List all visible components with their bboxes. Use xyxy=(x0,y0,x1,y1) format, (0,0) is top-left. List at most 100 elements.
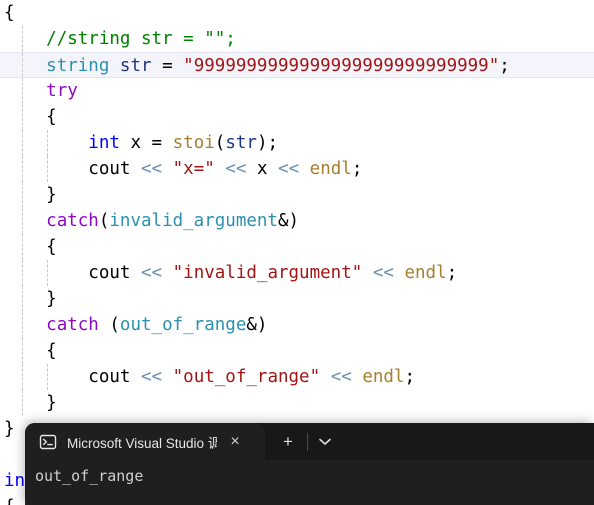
code-line[interactable]: } xyxy=(0,286,594,312)
indent-guide xyxy=(22,130,23,156)
terminal-output[interactable]: out_of_range xyxy=(25,460,594,505)
console-icon xyxy=(39,433,57,451)
code-token-plain: ; xyxy=(404,367,416,387)
code-line[interactable]: int x = stoi(str); xyxy=(0,130,594,156)
code-token-ctrlkw: try xyxy=(46,81,78,101)
code-token-string: "9999999999999999999999999999" xyxy=(183,56,500,76)
code-line[interactable]: //string str = ""; xyxy=(0,26,594,52)
code-line[interactable]: { xyxy=(0,234,594,260)
code-line[interactable]: catch (out_of_range&) xyxy=(0,312,594,338)
indent-guide xyxy=(47,156,48,182)
code-line[interactable]: cout << "out_of_range" << endl; xyxy=(0,364,594,390)
code-token-brace: { xyxy=(46,237,57,257)
indent-guide xyxy=(22,364,23,390)
indent-guide xyxy=(22,156,23,182)
indent-guide xyxy=(22,53,23,77)
code-token-brace: } xyxy=(46,393,57,413)
code-token-brace: } xyxy=(46,289,57,309)
code-line[interactable]: { xyxy=(0,104,594,130)
indent-guide xyxy=(47,260,48,286)
code-token-type: string xyxy=(46,56,110,76)
code-line[interactable]: { xyxy=(0,0,594,26)
code-token-plain: ; xyxy=(351,159,363,179)
vscode-window: { //string str = ""; string str = "99999… xyxy=(0,0,594,505)
code-line[interactable]: cout << "x=" << x << endl; xyxy=(0,156,594,182)
code-line[interactable]: } xyxy=(0,182,594,208)
chevron-down-icon[interactable] xyxy=(310,423,340,460)
code-token-brace: { xyxy=(4,497,15,505)
code-line[interactable]: } xyxy=(0,390,594,416)
indent-guide xyxy=(22,312,23,338)
indent-guide xyxy=(22,208,23,234)
code-token-shift: << xyxy=(141,263,163,283)
indent-guide xyxy=(47,130,48,156)
close-icon[interactable]: × xyxy=(225,433,245,450)
indent-guide xyxy=(22,182,23,208)
code-token-plain: ; xyxy=(446,263,458,283)
indent-guide xyxy=(22,234,23,260)
code-token-shift: << xyxy=(372,263,394,283)
terminal-tab-strip: Microsoft Visual Studio 调试控 × + xyxy=(25,423,594,460)
indent-guide xyxy=(22,26,23,52)
code-token-keyword: int xyxy=(88,133,120,153)
terminal-tab-title: Microsoft Visual Studio 调试控 xyxy=(67,435,217,451)
new-terminal-button[interactable]: + xyxy=(271,423,305,460)
code-line[interactable]: catch(invalid_argument&) xyxy=(0,208,594,234)
code-token-brace: } xyxy=(46,185,57,205)
code-token-func: stoi xyxy=(172,133,215,153)
code-token-plain: ( xyxy=(98,211,110,231)
indent-guide xyxy=(22,260,23,286)
toolbar-divider xyxy=(307,432,308,451)
code-token-plain: x xyxy=(130,133,141,153)
code-token-comment: //string str = ""; xyxy=(46,29,236,49)
code-token-plain: ; xyxy=(499,56,510,76)
indent-guide xyxy=(22,338,23,364)
code-token-shift: << xyxy=(141,367,163,387)
code-token-func: endl xyxy=(362,367,405,387)
code-token-string: "x=" xyxy=(172,159,215,179)
terminal-panel: Microsoft Visual Studio 调试控 × + out_of_r… xyxy=(25,423,594,505)
terminal-tab-active[interactable]: Microsoft Visual Studio 调试控 × xyxy=(25,423,265,460)
indent-guide xyxy=(22,104,23,130)
code-token-plain: cout xyxy=(88,367,131,387)
code-token-plain: ( xyxy=(98,315,120,335)
code-token-shift: << xyxy=(330,367,352,387)
code-token-brace: { xyxy=(46,107,57,127)
code-token-brace: { xyxy=(46,341,57,361)
code-token-ctrlkw: catch xyxy=(46,211,99,231)
code-line[interactable]: try xyxy=(0,78,594,104)
code-token-ctrlkw: catch xyxy=(46,315,99,335)
code-token-shift: << xyxy=(141,159,163,179)
code-token-op: = xyxy=(162,56,173,76)
code-token-plain: cout xyxy=(88,263,131,283)
code-token-plain: ( xyxy=(214,133,226,153)
code-token-brace: } xyxy=(4,419,15,439)
code-line[interactable]: cout << "invalid_argument" << endl; xyxy=(0,260,594,286)
code-line[interactable]: { xyxy=(0,338,594,364)
code-line[interactable]: string str = "99999999999999999999999999… xyxy=(0,52,594,78)
code-token-plain: &) xyxy=(246,315,268,335)
